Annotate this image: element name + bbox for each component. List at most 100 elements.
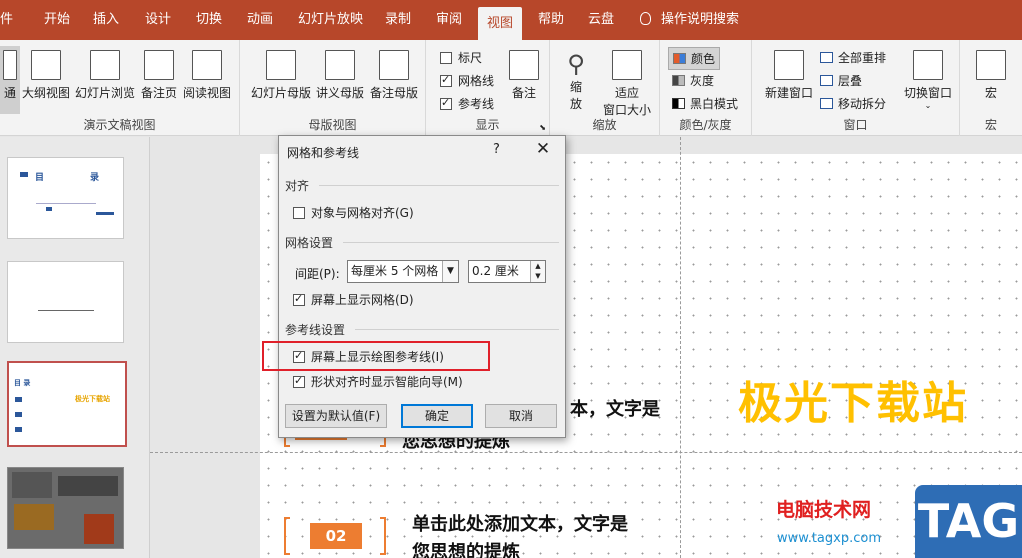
guides-checkbox[interactable]: 参考线 [440,95,494,112]
tab-transitions[interactable]: 切换 [196,0,222,40]
arrange-all-label: 全部重排 [838,51,887,65]
slide-text[interactable]: 单击此处添加文本，文字是 [412,510,628,536]
thumb-badge: 极光下载站 [75,395,110,403]
group-label: 颜色/灰度 [679,118,732,132]
divider [355,329,559,330]
color-button[interactable]: 颜色 [668,47,721,70]
tell-me-search[interactable]: 操作说明搜索 [640,0,739,40]
thumb-shape [15,397,22,402]
slide-master-icon [266,50,296,80]
normal-view-button[interactable]: 通 [0,46,20,114]
slide-thumbnail-4[interactable] [7,467,124,549]
spacing-label: 间距(P): [295,267,340,281]
thumb-line [38,310,94,311]
thumb-shape [15,412,22,417]
cascade-button[interactable]: 层叠 [820,72,862,89]
group-window: 新建窗口 全部重排 层叠 移动拆分 切换窗口 ⌄ 窗口 [752,40,960,136]
grayscale-swatch-icon [672,75,685,86]
grayscale-button[interactable]: 灰度 [672,72,714,89]
thumb-shape [20,172,28,177]
dialog-launcher-icon[interactable]: ⬊ [539,123,546,132]
slide-thumbnail-3[interactable]: 目 录 极光下载站 [7,361,127,447]
black-white-button[interactable]: 黑白模式 [672,95,738,112]
tab-view[interactable]: 视图 [478,7,523,40]
thumb-line [36,203,96,204]
fit-window-button[interactable]: 适应 窗口大小 [598,50,656,118]
normal-view-icon [3,50,17,80]
slide-sorter-icon [90,50,120,80]
arrange-all-icon [820,52,833,63]
slide-thumbnail-2[interactable] [7,261,124,343]
watermark-text: 极光下载站 [738,378,968,429]
tab-slideshow[interactable]: 幻灯片放映 [298,0,363,40]
tab-help[interactable]: 帮助 [538,0,564,40]
slide-master-label: 幻灯片母版 [250,86,311,100]
tab-home[interactable]: 开始 [44,0,70,40]
group-color-grayscale: 颜色 灰度 黑白模式 颜色/灰度 [660,40,752,136]
cascade-icon [820,75,833,86]
notes-page-label: 备注页 [140,86,177,100]
set-default-button[interactable]: 设置为默认值(F) [285,404,387,428]
black-white-label: 黑白模式 [690,97,739,111]
help-button[interactable]: ? [493,142,500,157]
slide-master-button[interactable]: 幻灯片母版 [250,50,312,101]
color-label: 颜色 [691,52,716,66]
slide-text[interactable]: 本，文字是 [570,395,660,421]
ribbon-tab-bar: 件 开始 插入 设计 切换 动画 幻灯片放映 录制 审阅 视图 帮助 云盘 操作… [0,0,1022,40]
divider [343,242,559,243]
black-white-swatch-icon [672,98,685,109]
notes-button[interactable]: 备注 [506,50,542,101]
switch-window-button[interactable]: 切换窗口 ⌄ [902,50,954,110]
tab-insert[interactable]: 插入 [93,0,119,40]
gridlines-checkbox[interactable]: 网格线 [440,72,494,89]
notes-master-button[interactable]: 备注母版 [368,50,420,101]
tab-record[interactable]: 录制 [385,0,411,40]
reading-view-button[interactable]: 阅读视图 [182,50,232,101]
handout-master-button[interactable]: 讲义母版 [314,50,366,101]
ok-button[interactable]: 确定 [401,404,473,428]
switch-window-label: 切换窗口 [903,86,952,100]
arrange-all-button[interactable]: 全部重排 [820,49,886,66]
tab-review[interactable]: 审阅 [436,0,462,40]
ruler-checkbox[interactable]: 标尺 [440,49,482,66]
zoom-button[interactable]: ⚲ 缩 放 [558,50,594,112]
notes-page-button[interactable]: 备注页 [138,50,180,101]
close-icon[interactable]: ✕ [532,139,554,159]
spacing-spinner[interactable]: 0.2 厘米 ▲ ▼ [468,260,546,283]
thumb-shape [15,427,22,432]
new-window-button[interactable]: 新建窗口 [762,50,816,101]
vertical-guide[interactable] [680,137,681,558]
smart-guides-checkbox[interactable]: 形状对齐时显示智能向导(M) [293,373,463,390]
show-grid-checkbox[interactable]: 屏幕上显示网格(D) [293,291,414,308]
slide-text[interactable]: 您思想的提炼 [412,538,520,558]
slide-sorter-button[interactable]: 幻灯片浏览 [74,50,136,101]
move-split-button[interactable]: 移动拆分 [820,95,886,112]
thumb-title: 目 [35,173,45,183]
outline-view-button[interactable]: 大纲视图 [22,50,70,101]
zoom-label-1: 缩 [569,80,582,94]
outline-view-icon [31,50,61,80]
tab-cloud[interactable]: 云盘 [588,0,614,40]
snap-to-grid-checkbox[interactable]: 对象与网格对齐(G) [293,204,414,221]
slide-thumbnail-1[interactable]: 目 录 [7,157,124,239]
photo-placeholder [84,514,114,544]
cascade-label: 层叠 [838,74,863,88]
tell-me-label: 操作说明搜索 [661,12,740,27]
tab-animations[interactable]: 动画 [247,0,273,40]
group-label: 宏 [984,118,997,132]
gridlines-label: 网格线 [458,74,495,88]
tab-file[interactable]: 件 [0,0,13,40]
notes-icon [509,50,539,80]
new-window-label: 新建窗口 [764,86,813,100]
thumb-shape [96,212,114,215]
tab-design[interactable]: 设计 [145,0,171,40]
slide-thumbnail-pane: 目 录 目 录 极光下载站 [0,137,150,558]
group-label: 窗口 [843,118,868,132]
spinner-arrows-icon[interactable]: ▲ ▼ [530,261,545,282]
horizontal-guide[interactable] [150,452,1022,453]
checkbox-icon [440,52,452,64]
cancel-button[interactable]: 取消 [485,404,557,428]
dialog-title: 网格和参考线 [287,146,360,160]
spacing-dropdown[interactable]: 每厘米 5 个网格 ▼ [347,260,459,283]
macros-button[interactable]: 宏 [974,50,1008,101]
